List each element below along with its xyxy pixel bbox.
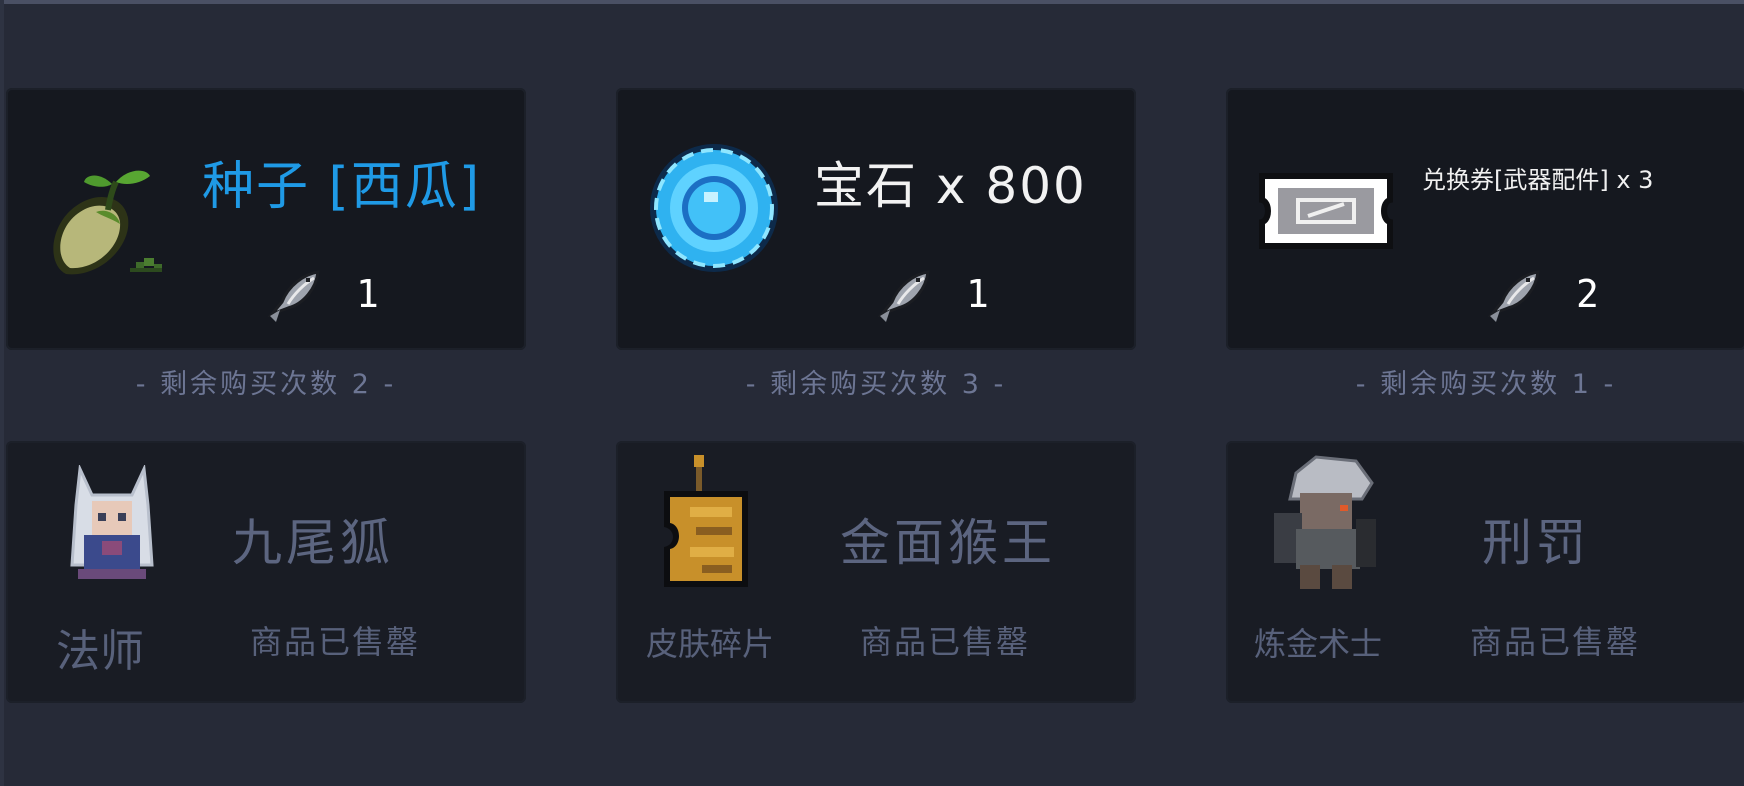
item-category: 皮肤碎片 [646,625,775,663]
watermelon-seed-icon [53,170,162,275]
price-amount: 2 [1576,272,1599,316]
sold-out-status: 商品已售罄 [860,623,1031,661]
price-amount: 1 [356,272,379,316]
fish-icon [877,270,930,322]
sold-item-card-punishment: 刑罚 炼金术士 商品已售罄 [1226,441,1744,703]
fish-icon [267,270,320,322]
sold-out-status: 商品已售罄 [1470,623,1641,661]
shop-item-card-seed[interactable]: 种子 [西瓜] 1 [6,88,526,350]
sold-item-card-golden-monkey-king: 金面猴王 皮肤碎片 商品已售罄 [616,441,1136,703]
price-tag: 2 [1486,264,1599,324]
item-category: 炼金术士 [1254,625,1383,663]
remaining-purchases: - 剩余购买次数 1 - [1355,369,1617,400]
gem-icon [650,144,778,272]
item-name: 刑罚 [1482,514,1590,572]
price-amount: 1 [966,272,989,316]
item-category: 法师 [56,626,144,677]
shop-item-card-coupon[interactable]: 兑换券[武器配件] x 3 2 [1226,88,1744,350]
price-tag: 1 [876,264,989,324]
remaining-purchases: - 剩余购买次数 2 - [135,369,397,400]
item-name: 金面猴王 [840,514,1056,572]
left-border [0,0,4,786]
shop-item-card-gem[interactable]: 宝石 x 800 1 [616,88,1136,350]
item-name: 兑换券[武器配件] x 3 [1422,166,1654,194]
sold-out-status: 商品已售罄 [250,623,421,661]
price-tag: 1 [266,264,379,324]
nine-tailed-fox-portrait-icon [70,465,154,579]
item-name: 宝石 x 800 [814,157,1087,215]
item-name: 九尾狐 [232,514,394,572]
item-name: 种子 [西瓜] [202,157,482,217]
skin-fragment-icon [664,455,748,587]
alchemist-portrait-icon [1274,455,1376,589]
fish-icon [1487,270,1540,322]
sold-item-card-nine-tailed-fox: 九尾狐 法师 商品已售罄 [6,441,526,703]
coupon-ticket-icon [1259,173,1393,249]
remaining-purchases: - 剩余购买次数 3 - [745,369,1007,400]
top-border [0,0,1744,4]
